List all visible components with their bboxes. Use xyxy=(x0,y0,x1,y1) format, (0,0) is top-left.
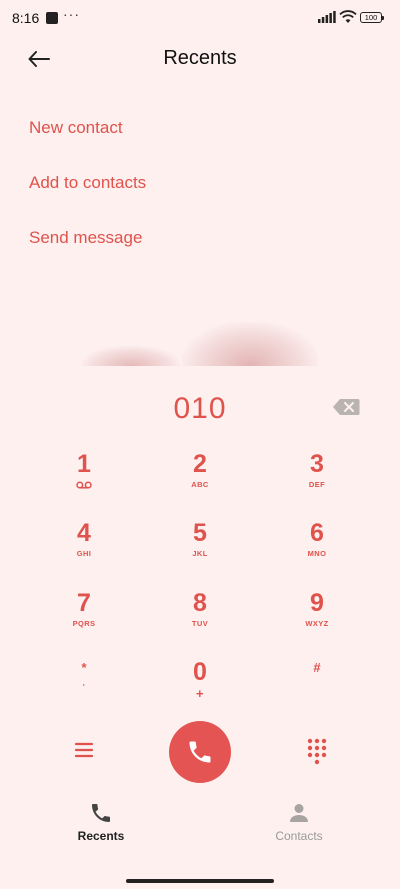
dialpad-toggle-button[interactable] xyxy=(304,736,330,766)
key-3[interactable]: 3 DEF xyxy=(272,450,362,506)
key-digit: 1 xyxy=(77,450,91,478)
key-1[interactable]: 1 xyxy=(39,450,129,506)
key-digit: 0 xyxy=(193,658,207,686)
home-indicator[interactable] xyxy=(126,879,274,883)
signal-icon xyxy=(318,11,336,23)
key-8[interactable]: 8 TUV xyxy=(155,589,245,645)
key-7[interactable]: 7 PQRS xyxy=(39,589,129,645)
key-digit: 6 xyxy=(310,519,324,547)
nav-recents[interactable]: Recents xyxy=(51,800,151,843)
backspace-icon xyxy=(333,399,360,415)
key-letters: DEF xyxy=(308,480,326,489)
menu-button[interactable] xyxy=(70,736,98,764)
key-letters: TUV xyxy=(191,619,209,628)
notification-icon xyxy=(46,12,58,24)
nav-contacts[interactable]: Contacts xyxy=(249,800,349,843)
key-letters: + xyxy=(196,686,204,701)
key-4[interactable]: 4 GHI xyxy=(39,519,129,575)
key-digit: 3 xyxy=(310,450,324,478)
key-5[interactable]: 5 JKL xyxy=(155,519,245,575)
phone-icon xyxy=(189,741,211,763)
key-hash[interactable]: # xyxy=(272,658,362,714)
backspace-button[interactable] xyxy=(332,398,360,416)
phone-icon xyxy=(92,804,110,822)
wifi-icon xyxy=(339,10,357,23)
key-star[interactable]: * ' xyxy=(39,658,129,714)
key-digit: 4 xyxy=(77,519,91,547)
more-notifications-icon: ··· xyxy=(63,6,80,22)
status-time: 8:16 xyxy=(12,10,40,26)
key-digit: 5 xyxy=(193,519,207,547)
key-digit: 2 xyxy=(193,450,207,478)
key-digit: * xyxy=(81,660,87,675)
call-button[interactable] xyxy=(169,721,231,783)
page-title: Recents xyxy=(163,47,237,69)
key-letters: GHI xyxy=(76,549,92,558)
nav-recents-label: Recents xyxy=(77,829,125,843)
voicemail-icon xyxy=(76,481,92,489)
menu-icon xyxy=(74,742,94,758)
send-message-option[interactable]: Send message xyxy=(29,228,142,248)
key-digit: # xyxy=(313,660,321,675)
key-digit: 7 xyxy=(77,589,91,617)
key-letters: PQRS xyxy=(72,619,96,628)
status-bar: 8:16 ··· 100 xyxy=(0,0,400,36)
key-digit: 8 xyxy=(193,589,207,617)
add-to-contacts-option[interactable]: Add to contacts xyxy=(29,173,146,193)
battery-icon: 100 xyxy=(360,12,384,23)
nav-contacts-label: Contacts xyxy=(275,829,323,843)
dialpad-icon xyxy=(307,738,327,765)
decorative-blob-right xyxy=(182,322,318,366)
key-letters: WXYZ xyxy=(305,619,329,628)
key-digit: 9 xyxy=(310,589,324,617)
key-2[interactable]: 2 ABC xyxy=(155,450,245,506)
key-letters: ABC xyxy=(191,480,209,489)
key-6[interactable]: 6 MNO xyxy=(272,519,362,575)
key-letters: JKL xyxy=(192,549,208,558)
new-contact-option[interactable]: New contact xyxy=(29,118,123,138)
decorative-blob-left xyxy=(82,346,180,366)
key-letters: ' xyxy=(82,682,86,691)
key-letters: MNO xyxy=(307,549,327,558)
person-icon xyxy=(290,804,308,822)
key-9[interactable]: 9 WXYZ xyxy=(272,589,362,645)
key-0[interactable]: 0 + xyxy=(155,658,245,714)
